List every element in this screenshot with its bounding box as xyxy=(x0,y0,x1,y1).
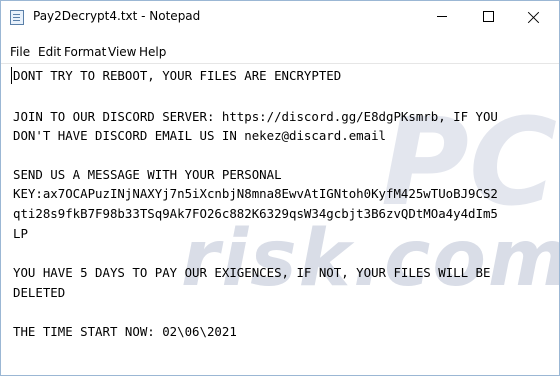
text-line: LP xyxy=(13,226,28,241)
close-button[interactable] xyxy=(511,1,557,32)
minimize-icon xyxy=(437,16,447,17)
text-line: SEND US A MESSAGE WITH YOUR PERSONAL xyxy=(13,167,282,182)
text-line: YOU HAVE 5 DAYS TO PAY OUR EXIGENCES, IF… xyxy=(13,265,491,280)
minimize-button[interactable] xyxy=(419,1,465,32)
menu-format[interactable]: Format xyxy=(64,43,106,61)
text-line: qti28s9fkB7F98b33TSq9Ak7FO26c882K6329qsW… xyxy=(13,206,498,221)
menu-help[interactable]: Help xyxy=(139,43,166,61)
text-line: KEY:ax7OCAPuzINjNAXYj7n5iXcnbjN8mna8EwvA… xyxy=(13,186,498,201)
maximize-icon xyxy=(482,11,494,22)
menu-view[interactable]: View xyxy=(108,43,136,61)
text-line: JOIN TO OUR DISCORD SERVER: https://disc… xyxy=(13,109,498,124)
notepad-window: Pay2Decrypt4.txt - Notepad File Edit For… xyxy=(0,0,560,376)
text-line: DELETED xyxy=(13,285,66,300)
maximize-button[interactable] xyxy=(465,1,511,32)
close-icon xyxy=(528,11,540,23)
title-bar[interactable]: Pay2Decrypt4.txt - Notepad xyxy=(1,1,559,32)
text-line: THE TIME START NOW: 02\06\2021 xyxy=(13,324,237,339)
menu-edit[interactable]: Edit xyxy=(38,43,61,61)
menu-file[interactable]: File xyxy=(10,43,30,61)
notepad-icon xyxy=(10,10,24,25)
window-title: Pay2Decrypt4.txt - Notepad xyxy=(33,9,201,23)
text-line: DONT TRY TO REBOOT, YOUR FILES ARE ENCRY… xyxy=(13,68,342,83)
watermark-text: risk.com xyxy=(181,214,560,304)
text-editor-area[interactable]: PC risk.com DONT TRY TO REBOOT, YOUR FIL… xyxy=(1,63,560,375)
text-cursor xyxy=(11,67,12,84)
menu-bar: File Edit Format View Help xyxy=(1,43,559,61)
text-line: DON'T HAVE DISCORD EMAIL US IN nekez@dis… xyxy=(13,128,386,143)
